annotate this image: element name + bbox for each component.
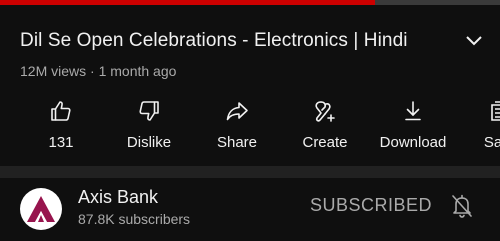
thumbs-up-icon [48, 98, 74, 124]
dislike-label: Dislike [126, 134, 172, 151]
save-icon [488, 98, 500, 124]
download-label: Download [379, 134, 447, 151]
dislike-button[interactable]: Dislike [106, 96, 192, 156]
create-icon [312, 98, 338, 124]
video-progress-fill [0, 0, 375, 5]
channel-avatar[interactable] [20, 188, 62, 230]
chevron-down-icon[interactable] [460, 27, 488, 55]
video-meta: 12M views · 1 month ago [20, 63, 177, 79]
download-icon [400, 98, 426, 124]
subscriber-count: 87.8K subscribers [78, 211, 191, 227]
create-button[interactable]: Create [282, 96, 368, 156]
bell-off-icon[interactable] [449, 192, 475, 220]
section-divider [0, 166, 500, 178]
like-button[interactable]: 131 [18, 96, 104, 156]
like-count: 131 [48, 134, 74, 151]
video-title: Dil Se Open Celebrations - Electronics |… [20, 30, 408, 51]
save-button[interactable]: Save [458, 96, 500, 156]
create-label: Create [302, 134, 348, 151]
action-bar: 131 Dislike Share Create Download Sa [0, 96, 500, 156]
channel-name[interactable]: Axis Bank [78, 187, 158, 208]
share-button[interactable]: Share [194, 96, 280, 156]
subscribed-button[interactable]: SUBSCRIBED [310, 195, 432, 216]
share-label: Share [216, 134, 258, 151]
thumbs-down-icon [136, 98, 162, 124]
video-title-row[interactable]: Dil Se Open Celebrations - Electronics |… [20, 27, 490, 55]
channel-row[interactable]: Axis Bank 87.8K subscribers SUBSCRIBED [0, 178, 500, 241]
save-label: Save [483, 134, 500, 151]
share-icon [224, 98, 250, 124]
video-progress-bar[interactable] [0, 0, 500, 5]
axis-bank-logo [27, 196, 55, 222]
download-button[interactable]: Download [370, 96, 456, 156]
